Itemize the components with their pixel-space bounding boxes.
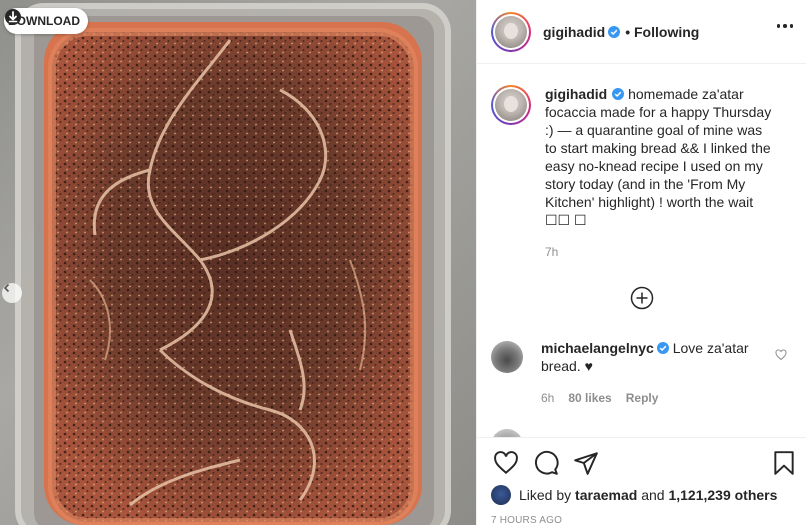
post-caption: gigihadid homemade za'atar focaccia made…: [491, 85, 775, 261]
comment-time[interactable]: 6h: [541, 389, 554, 407]
post-actions: Liked by taraemad and 1,121,239 others 7…: [477, 437, 806, 525]
post-side-panel: gigihadid • Following gigihadid homemade…: [476, 0, 806, 525]
post-timestamp[interactable]: 7 HOURS AGO: [491, 515, 562, 525]
focaccia-image: [15, 3, 451, 525]
liker-username[interactable]: taraemad: [575, 487, 637, 503]
post-photo[interactable]: DOWNLOAD: [0, 0, 476, 525]
bookmark-icon[interactable]: [771, 450, 797, 476]
caption-text: homemade za'atar focaccia made for a hap…: [545, 86, 772, 228]
caption-time[interactable]: 7h: [545, 243, 775, 261]
more-icon[interactable]: [776, 24, 793, 28]
reply-button[interactable]: Reply: [626, 389, 659, 407]
post-header: gigihadid • Following: [477, 0, 806, 64]
comment-item: michaelangelnyc Love za'atar bread. ♥ 6h…: [491, 339, 801, 407]
caption-username[interactable]: gigihadid: [545, 86, 607, 102]
verified-icon: [612, 88, 625, 100]
likes-summary: Liked by taraemad and 1,121,239 others: [491, 485, 777, 505]
liked-by-prefix: Liked by: [519, 487, 572, 503]
comments-section: gigihadid homemade za'atar focaccia made…: [477, 65, 806, 437]
liked-by-connector: and: [641, 487, 665, 503]
comment-icon[interactable]: [533, 450, 559, 476]
share-icon[interactable]: [573, 450, 599, 476]
commenter-username[interactable]: michaelangelnyc: [541, 340, 654, 356]
add-comment-icon[interactable]: [630, 286, 654, 310]
carousel-prev-button[interactable]: [2, 283, 22, 303]
commenter-avatar[interactable]: [491, 429, 523, 437]
author-username[interactable]: gigihadid: [543, 24, 605, 40]
comment-likes[interactable]: 80 likes: [568, 389, 611, 407]
download-icon: [5, 9, 21, 25]
heart-icon[interactable]: [775, 349, 787, 361]
chevron-left-icon: [3, 283, 10, 293]
download-button[interactable]: DOWNLOAD: [4, 8, 88, 34]
likes-count[interactable]: 1,121,239 others: [668, 487, 777, 503]
commenter-avatar[interactable]: [491, 341, 523, 373]
verified-icon: [608, 25, 621, 38]
liker-avatar[interactable]: [491, 485, 511, 505]
verified-icon: [656, 342, 669, 354]
following-status[interactable]: • Following: [625, 24, 699, 40]
caption-avatar[interactable]: [491, 85, 531, 125]
heart-icon[interactable]: [493, 450, 519, 476]
author-avatar[interactable]: [491, 11, 531, 52]
